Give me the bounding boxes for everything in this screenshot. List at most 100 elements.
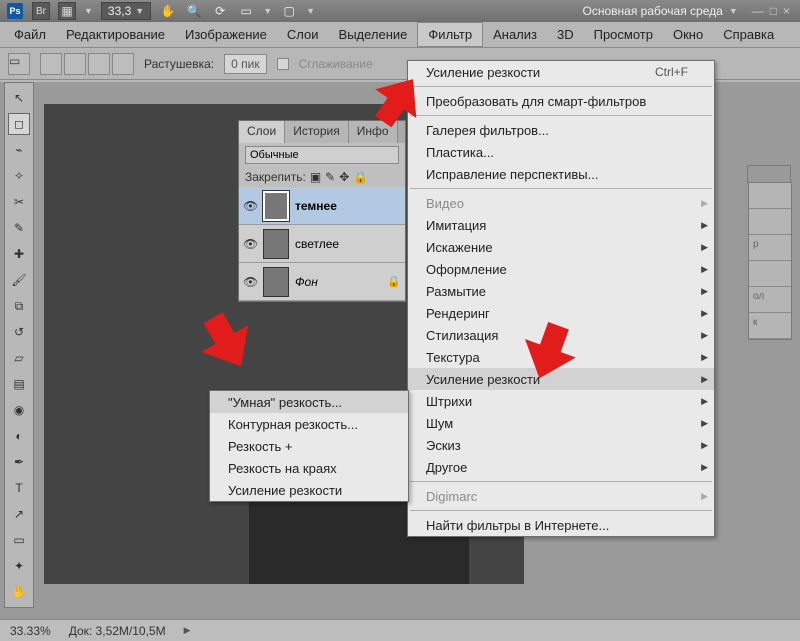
menu-фильтр[interactable]: Фильтр [417,22,483,47]
feather-input[interactable]: 0 пик [224,54,266,74]
sharpen-submenu-item[interactable]: Резкость + [210,435,408,457]
filter-menu-item[interactable]: Исправление перспективы... [408,163,714,185]
visibility-icon[interactable]: 👁 [243,275,257,289]
layer-thumbnail[interactable] [263,267,289,297]
add-selection-icon[interactable] [64,53,86,75]
status-menu-icon[interactable]: ▶ [184,625,191,636]
sharpen-submenu-item[interactable]: Усиление резкости [210,479,408,501]
layer-name[interactable]: темнее [295,199,337,213]
dock-item[interactable]: ол [749,287,791,313]
marquee-tool-icon[interactable]: ◻ [8,113,30,135]
menu-изображение[interactable]: Изображение [175,23,277,46]
lasso-tool-icon[interactable]: ⌁ [8,139,30,161]
dock-item[interactable]: к [749,313,791,339]
new-selection-icon[interactable] [40,53,62,75]
menu-окно[interactable]: Окно [663,23,713,46]
filter-menu-item[interactable]: Преобразовать для смарт-фильтров [408,90,714,112]
visibility-icon[interactable]: 👁 [243,237,257,251]
dock-item[interactable]: р [749,235,791,261]
status-doc-size[interactable]: Док: 3,52M/10,5M [69,624,166,638]
layer-row[interactable]: 👁 Фон 🔒 [239,263,405,301]
layer-row[interactable]: 👁 темнее [239,187,405,225]
blur-tool-icon[interactable]: ◉ [8,399,30,421]
brush-tool-icon[interactable]: 🖌 [8,269,30,291]
path-select-tool-icon[interactable]: ↗ [8,503,30,525]
eraser-tool-icon[interactable]: ▱ [8,347,30,369]
move-tool-icon[interactable]: ↖ [8,87,30,109]
filter-menu-item[interactable]: Пластика... [408,141,714,163]
stamp-tool-icon[interactable]: ⧉ [8,295,30,317]
workspace-switcher[interactable]: Основная рабочая среда▼ [577,2,744,20]
lock-position-icon[interactable]: ✥ [339,170,349,184]
status-zoom[interactable]: 33.33% [10,624,51,638]
antialias-checkbox[interactable] [277,58,289,70]
type-tool-icon[interactable]: T [8,477,30,499]
layer-row[interactable]: 👁 светлее [239,225,405,263]
right-dock[interactable]: р ол к [748,182,792,340]
pen-tool-icon[interactable]: ✒ [8,451,30,473]
filter-menu-item[interactable]: Найти фильтры в Интернете... [408,514,714,536]
zoom-tool-icon[interactable]: 🔍 [185,2,203,20]
close-button[interactable]: × [783,4,794,18]
dodge-tool-icon[interactable]: ◐ [8,425,30,447]
subtract-selection-icon[interactable] [88,53,110,75]
layer-name[interactable]: Фон [295,275,318,289]
3d-tool-icon[interactable]: ✦ [8,555,30,577]
minimize-button[interactable]: — [752,4,768,18]
layer-thumbnail[interactable] [263,191,289,221]
intersect-selection-icon[interactable] [112,53,134,75]
menu-анализ[interactable]: Анализ [483,23,547,46]
filter-menu-item[interactable]: Шум [408,412,714,434]
filter-menu-item[interactable]: Усиление резкостиCtrl+F [408,61,714,83]
tool-preset-icon[interactable]: ▭ [8,53,30,75]
filter-menu-item[interactable]: Оформление [408,258,714,280]
lock-transparency-icon[interactable]: ▣ [310,170,321,184]
menu-файл[interactable]: Файл [4,23,56,46]
filter-menu-item[interactable]: Другое [408,456,714,478]
dock-item[interactable] [749,261,791,287]
filter-menu-item[interactable]: Штрихи [408,390,714,412]
sharpen-submenu-item[interactable]: Резкость на краях [210,457,408,479]
hand-tool-icon[interactable]: ✋ [8,581,30,603]
filter-menu-item[interactable]: Искажение [408,236,714,258]
lock-pixels-icon[interactable]: ✎ [325,170,335,184]
healing-tool-icon[interactable]: ✚ [8,243,30,265]
zoom-level-combo[interactable]: 33,3▼ [101,2,151,20]
layer-name[interactable]: светлее [295,237,339,251]
app-icon: Ps [6,2,24,20]
panel-tab-история[interactable]: История [285,121,349,143]
filter-menu-item[interactable]: Эскиз [408,434,714,456]
maximize-button[interactable]: □ [770,4,781,18]
screen-mode-icon[interactable]: ▢ [280,2,298,20]
rotate-view-icon[interactable]: ⟳ [211,2,229,20]
lock-all-icon[interactable]: 🔒 [353,170,368,184]
dock-item[interactable] [749,183,791,209]
eyedropper-tool-icon[interactable]: ✎ [8,217,30,239]
crop-tool-icon[interactable]: ✂ [8,191,30,213]
shape-tool-icon[interactable]: ▭ [8,529,30,551]
visibility-icon[interactable]: 👁 [243,199,257,213]
sharpen-submenu-item[interactable]: "Умная" резкость... [210,391,408,413]
menu-слои[interactable]: Слои [277,23,329,46]
gradient-tool-icon[interactable]: ▤ [8,373,30,395]
menu-справка[interactable]: Справка [713,23,784,46]
quick-select-tool-icon[interactable]: ✧ [8,165,30,187]
menu-3d[interactable]: 3D [547,23,584,46]
menu-просмотр[interactable]: Просмотр [584,23,663,46]
layer-thumbnail[interactable] [263,229,289,259]
view-extras-icon[interactable]: ▦ [58,2,76,20]
history-brush-tool-icon[interactable]: ↺ [8,321,30,343]
arrange-icon[interactable]: ▭ [237,2,255,20]
dock-item[interactable] [749,209,791,235]
filter-menu-item[interactable]: Имитация [408,214,714,236]
panel-tab-слои[interactable]: Слои [239,121,285,143]
menu-выделение[interactable]: Выделение [329,23,418,46]
blend-mode-combo[interactable]: Обычные [245,146,399,164]
hand-tool-icon[interactable]: ✋ [159,2,177,20]
bridge-icon[interactable]: Br [32,2,50,20]
filter-menu-item[interactable]: Размытие [408,280,714,302]
menu-редактирование[interactable]: Редактирование [56,23,175,46]
filter-menu-item[interactable]: Галерея фильтров... [408,119,714,141]
filter-menu-item[interactable]: Рендеринг [408,302,714,324]
sharpen-submenu-item[interactable]: Контурная резкость... [210,413,408,435]
